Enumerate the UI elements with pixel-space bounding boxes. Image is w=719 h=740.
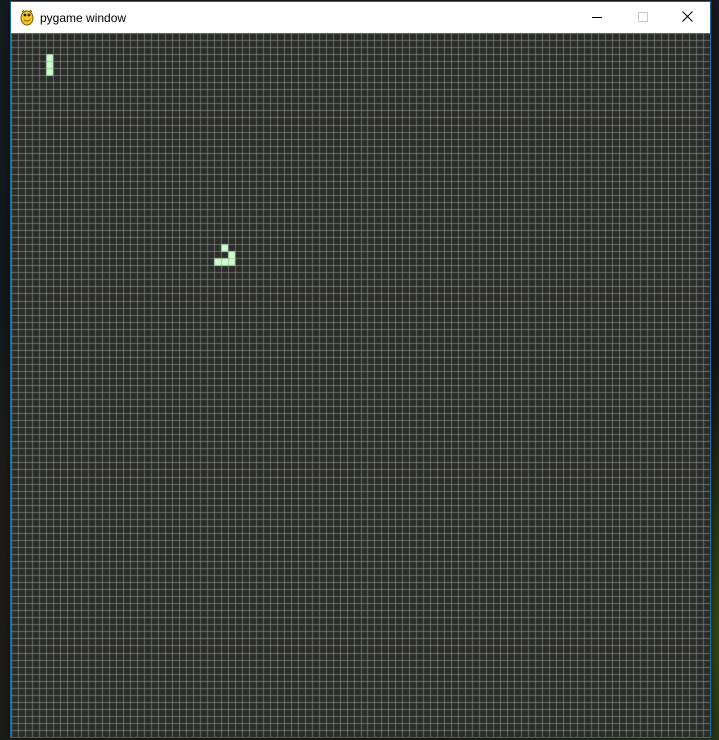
minimize-button[interactable] <box>574 2 620 33</box>
window-titlebar[interactable]: pygame window <box>11 2 710 33</box>
pygame-window[interactable]: pygame window <box>11 2 710 737</box>
maximize-icon <box>638 9 648 27</box>
close-button[interactable] <box>664 2 710 33</box>
minimize-icon <box>592 9 602 27</box>
desktop-background: pygame window <box>0 0 719 740</box>
close-icon <box>681 9 693 27</box>
window-title: pygame window <box>40 11 127 25</box>
maximize-button[interactable] <box>620 2 666 33</box>
game-of-life-grid[interactable] <box>11 33 710 737</box>
pygame-snake-icon <box>18 8 36 26</box>
